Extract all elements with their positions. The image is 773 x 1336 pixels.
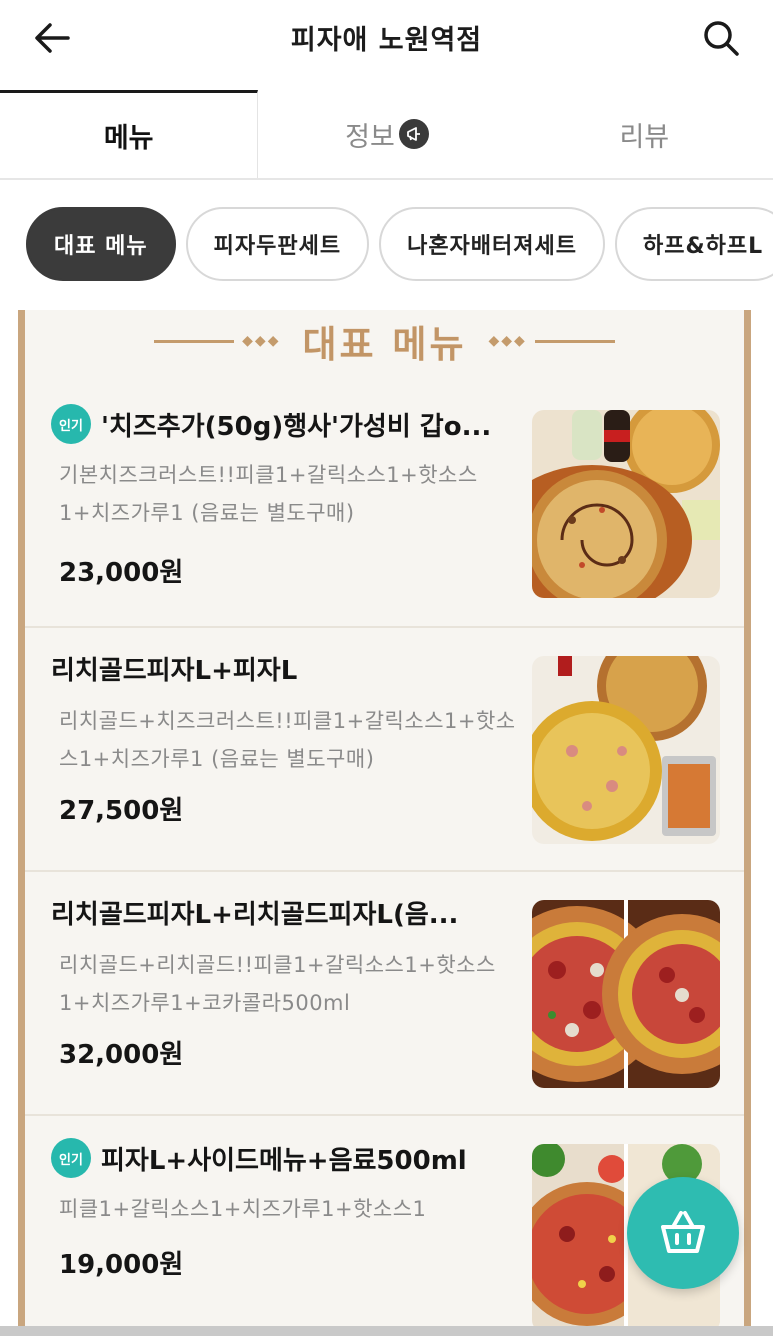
pizza-image: [532, 410, 720, 598]
menu-item[interactable]: 인기 '치즈추가(50g)행사'가성비 갑o... 기본치즈크러스트!!피클1+…: [25, 382, 744, 626]
search-button[interactable]: [695, 14, 747, 62]
section-title: 대표 메뉴: [302, 323, 467, 366]
menu-item-title-row: 인기 피자L+사이드메뉴+음료500ml: [51, 1138, 521, 1178]
tab-info-label: 정보: [345, 121, 395, 153]
menu-item-title: 리치골드피자L+피자L: [51, 656, 298, 686]
tab-reviews-label: 리뷰: [619, 121, 670, 153]
menu-item-price: 19,000원: [59, 1250, 184, 1280]
page-title: 피자애 노원역점: [290, 25, 483, 56]
cart-button[interactable]: [627, 1177, 739, 1289]
menu-item-price: 27,500원: [59, 796, 184, 826]
menu-item-desc: 리치골드+치즈크러스트!!피클1+갈릭소스1+핫소스1+치즈가루1 (음료는 별…: [59, 709, 516, 771]
tab-menu-label: 메뉴: [103, 123, 154, 154]
menu-item-desc: 기본치즈크러스트!!피클1+갈릭소스1+핫소스1+치즈가루1 (음료는 별도구매…: [59, 463, 478, 525]
menu-item-title-row: 리치골드피자L+리치골드피자L(음...: [51, 894, 521, 931]
megaphone-icon: [398, 119, 429, 149]
menu-item[interactable]: 리치골드피자L+피자L 리치골드+치즈크러스트!!피클1+갈릭소스1+핫소스1+…: [25, 626, 744, 870]
pizza-image: [532, 900, 720, 1088]
search-icon: [704, 21, 739, 56]
tab-info[interactable]: 정보: [258, 90, 515, 178]
menu-item-price: 23,000원: [59, 558, 184, 588]
category-chips: 대표 메뉴 피자두판세트 나혼자배터져세트 하프&하프L: [26, 207, 773, 283]
bottom-divider: [0, 1326, 773, 1336]
chip-two-pizza-set[interactable]: 피자두판세트: [185, 207, 370, 281]
tab-reviews[interactable]: 리뷰: [516, 90, 773, 178]
chip-half-half[interactable]: 하프&하프L: [615, 207, 773, 281]
menu-board: ◆◆◆ 대표 메뉴 ◆◆◆ 인기 '치즈추가(50g)행사'가성비 갑o... …: [18, 310, 751, 1336]
app-header: 피자애 노원역점: [0, 0, 773, 90]
banner-line-left: [154, 339, 235, 343]
chip-solo-set[interactable]: 나혼자배터져세트: [379, 207, 605, 281]
chip-featured[interactable]: 대표 메뉴: [26, 207, 176, 281]
menu-item-title-row: 인기 '치즈추가(50g)행사'가성비 갑o...: [51, 404, 521, 444]
menu-item-title: 피자L+사이드메뉴+음료500ml: [101, 1145, 467, 1176]
menu-item-title: 리치골드피자L+리치골드피자L(음...: [51, 900, 459, 930]
banner-line-right: [534, 339, 615, 343]
menu-item[interactable]: 리치골드피자L+리치골드피자L(음... 리치골드+리치골드!!피클1+갈릭소스…: [25, 870, 744, 1114]
basket-icon: [661, 1211, 705, 1253]
menu-item-price: 32,000원: [59, 1040, 184, 1070]
pizza-image: [532, 656, 720, 844]
menu-item-title: '치즈추가(50g)행사'가성비 갑o...: [101, 411, 492, 442]
diamond-ornament-icon: ◆◆◆: [488, 333, 527, 349]
diamond-ornament-icon: ◆◆◆: [242, 333, 281, 349]
menu-item-title-row: 리치골드피자L+피자L: [51, 650, 521, 687]
tab-bar: 메뉴 정보 리뷰: [0, 90, 773, 180]
menu-item-desc: 피클1+갈릭소스1+치즈가루1+핫소스1: [59, 1197, 427, 1221]
section-banner: ◆◆◆ 대표 메뉴 ◆◆◆: [25, 310, 744, 372]
tab-menu[interactable]: 메뉴: [0, 90, 259, 178]
popular-badge: 인기: [51, 404, 91, 444]
menu-item-desc: 리치골드+리치골드!!피클1+갈릭소스1+핫소스1+치즈가루1+코카콜라500m…: [59, 953, 496, 1015]
popular-badge: 인기: [51, 1138, 91, 1178]
